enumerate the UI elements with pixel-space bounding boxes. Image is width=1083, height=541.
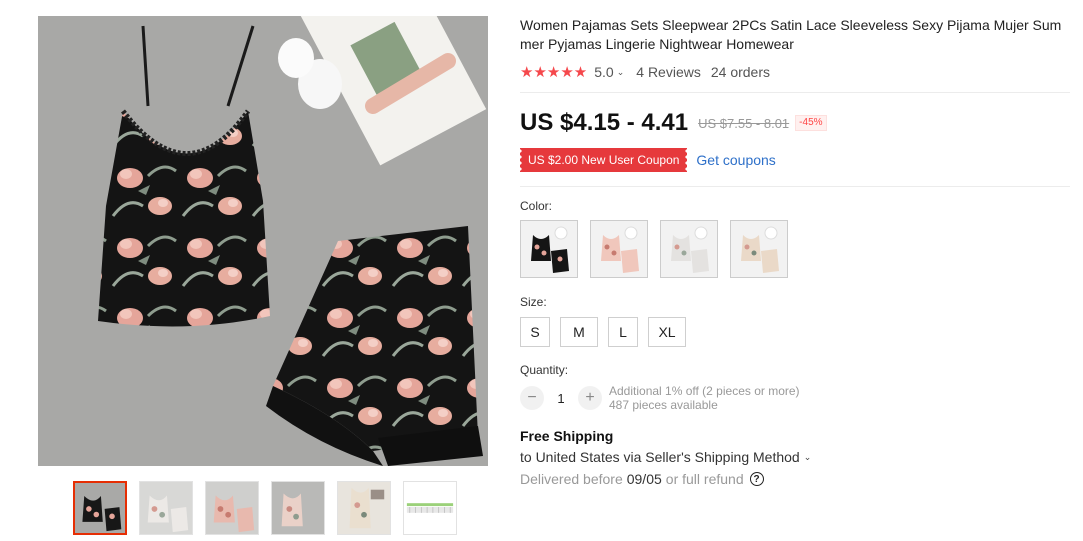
- delivery-date: 09/05: [626, 471, 662, 487]
- size-option-m[interactable]: M: [560, 317, 598, 347]
- original-price: US $7.55 - 8.01: [698, 115, 790, 131]
- thumbnail-image: [140, 482, 192, 534]
- main-product-image[interactable]: [38, 16, 488, 466]
- thumbnail-grey-floral[interactable]: [139, 481, 193, 535]
- quantity-input[interactable]: 1: [544, 391, 578, 406]
- rating-value[interactable]: 5.0: [594, 64, 613, 80]
- thumbnail-image: [206, 482, 258, 534]
- thumbnail-strip: [73, 481, 457, 535]
- product-info: Women Pajamas Sets Sleepwear 2PCs Satin …: [520, 16, 1070, 487]
- help-icon[interactable]: ?: [749, 472, 764, 486]
- quantity-decrease-button[interactable]: −: [520, 386, 544, 410]
- color-option-grey-floral[interactable]: [660, 220, 718, 278]
- size-option-s[interactable]: S: [520, 317, 550, 347]
- thumbnail-beige-floral[interactable]: [337, 481, 391, 535]
- chevron-down-icon[interactable]: ⌄: [617, 67, 625, 78]
- coupon-row: US $2.00 New User Coupon Get coupons: [520, 148, 1070, 172]
- shipping-title: Free Shipping: [520, 428, 614, 444]
- shipping-method-text: to United States via Seller's Shipping M…: [520, 449, 800, 465]
- color-swatches: [520, 220, 1070, 278]
- quantity-note: Additional 1% off (2 pieces or more) 487…: [609, 384, 800, 412]
- thumbnail-image: [272, 482, 324, 534]
- swatch-image: [731, 221, 787, 277]
- bulk-discount-note: Additional 1% off (2 pieces or more): [609, 384, 800, 398]
- thumbnail-black-floral[interactable]: [73, 481, 127, 535]
- rating-row: ★★★★★ 5.0 ⌄ 4 Reviews 24 orders: [520, 63, 1070, 81]
- quantity-stepper: − 1 + Additional 1% off (2 pieces or mor…: [520, 384, 1070, 412]
- size-option-xl[interactable]: XL: [648, 317, 686, 347]
- price-row: US $4.15 - 4.41 US $7.55 - 8.01 -45%: [520, 109, 1070, 136]
- orders-count: 24 orders: [710, 64, 771, 80]
- thumbnail-image: [338, 482, 390, 534]
- size-chart-image: [404, 482, 456, 534]
- thumbnail-pink-floral-2[interactable]: [271, 481, 325, 535]
- size-options: S M L XL: [520, 317, 1070, 347]
- size-option-l[interactable]: L: [608, 317, 638, 347]
- divider: [520, 92, 1070, 93]
- swatch-image: [591, 221, 647, 277]
- quantity-increase-button[interactable]: +: [578, 386, 602, 410]
- chevron-down-icon[interactable]: ⌄: [804, 452, 812, 463]
- thumbnail-pink-floral[interactable]: [205, 481, 259, 535]
- size-label: Size:: [520, 295, 547, 309]
- product-title: Women Pajamas Sets Sleepwear 2PCs Satin …: [520, 17, 1062, 52]
- current-price: US $4.15 - 4.41: [520, 109, 689, 136]
- color-option-beige-floral[interactable]: [730, 220, 788, 278]
- quantity-label: Quantity:: [520, 363, 569, 377]
- thumbnail-size-chart[interactable]: [403, 481, 457, 535]
- stock-availability: 487 pieces available: [609, 398, 718, 412]
- reviews-link[interactable]: 4 Reviews: [636, 64, 701, 80]
- thumbnail-image: [75, 483, 125, 533]
- delivery-prefix: Delivered before: [520, 471, 623, 487]
- swatch-image: [521, 221, 577, 277]
- color-label: Color:: [520, 199, 553, 213]
- discount-badge: -45%: [795, 115, 827, 131]
- star-rating-icon: ★★★★★: [520, 63, 588, 81]
- delivery-suffix: or full refund: [665, 471, 744, 487]
- color-option-pink-floral[interactable]: [590, 220, 648, 278]
- delivery-estimate: Delivered before 09/05 or full refund ?: [520, 471, 1070, 487]
- pajama-set-photo: [38, 16, 488, 466]
- swatch-image: [661, 221, 717, 277]
- color-option-black-floral[interactable]: [520, 220, 578, 278]
- get-coupons-link[interactable]: Get coupons: [696, 152, 775, 168]
- shipping-destination: to United States via Seller's Shipping M…: [520, 449, 1070, 465]
- new-user-coupon[interactable]: US $2.00 New User Coupon: [520, 148, 688, 172]
- divider: [520, 186, 1070, 187]
